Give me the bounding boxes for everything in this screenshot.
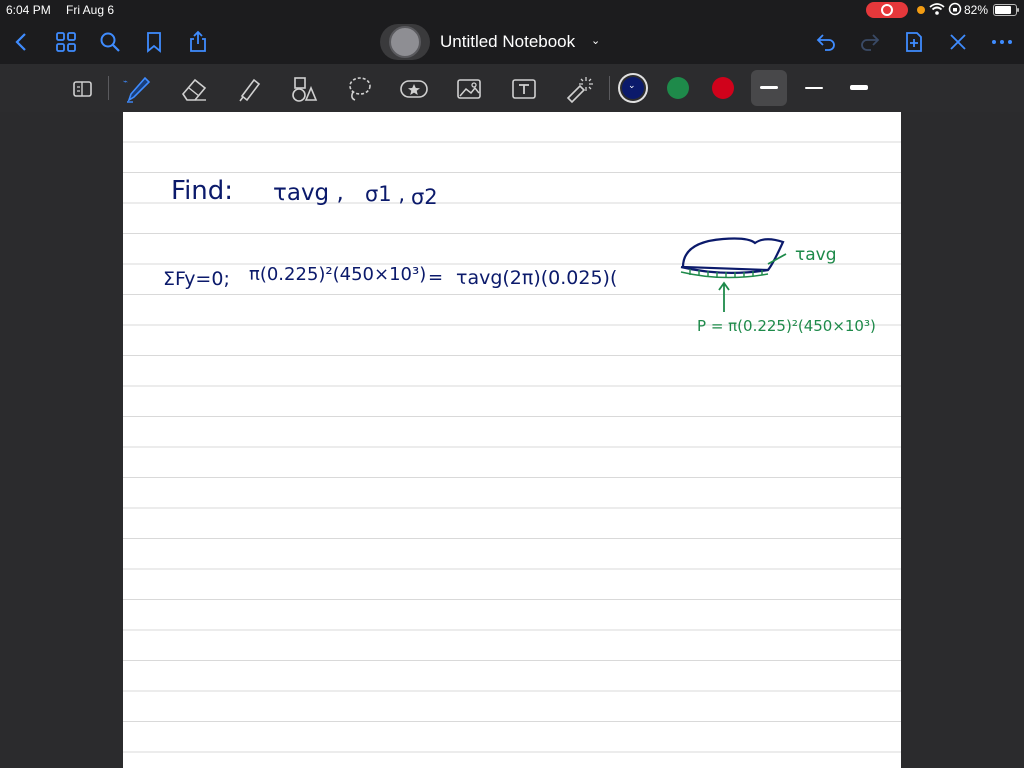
image-icon[interactable] [454, 74, 484, 104]
svg-text:⌁: ⌁ [123, 77, 128, 86]
wifi-icon [929, 2, 945, 19]
eraser-icon[interactable] [179, 74, 209, 104]
page-layout-icon[interactable] [68, 74, 98, 104]
pen-icon[interactable]: ⌁ [123, 74, 153, 104]
back-chevron-icon[interactable] [10, 30, 34, 54]
redo-icon[interactable] [858, 30, 882, 54]
screen-recording-indicator[interactable] [866, 2, 908, 18]
orientation-lock-icon [948, 2, 962, 19]
close-icon[interactable] [946, 30, 970, 54]
disk-diagram [680, 237, 787, 312]
text-icon[interactable] [509, 74, 539, 104]
stroke-width-thick-button[interactable] [841, 70, 877, 106]
status-time: 6:04 PM [6, 3, 51, 17]
battery-fill [995, 6, 1012, 14]
stroke-width-thin-button[interactable] [751, 70, 787, 106]
chevron-down-icon: ⌄ [628, 80, 636, 90]
stroke-width-extra-thin-button[interactable] [796, 70, 832, 106]
color-swatch-green[interactable] [667, 77, 689, 99]
color-swatch-red[interactable] [712, 77, 734, 99]
toolbar-divider [609, 76, 610, 100]
more-options-icon[interactable] [990, 30, 1014, 54]
battery-icon [993, 4, 1019, 16]
color-swatch-navy[interactable]: ⌄ [622, 77, 644, 99]
battery-percentage: 82% [964, 3, 989, 17]
grid-view-icon[interactable] [54, 30, 78, 54]
toolbar-divider [108, 76, 109, 100]
shapes-icon[interactable] [289, 74, 319, 104]
notebook-title[interactable]: Untitled Notebook [440, 32, 575, 52]
force-p-equation: P = π(0.225)²(450×10³) [697, 317, 876, 335]
highlighter-icon[interactable] [234, 74, 264, 104]
orange-dot-indicator [917, 6, 925, 14]
nav-bar: Untitled Notebook ⌄ [0, 20, 1024, 64]
undo-icon[interactable] [814, 30, 838, 54]
notebook-page[interactable]: Find: τavg , σ1 , σ2 ΣFy=0; π(0.225)²(45… [123, 112, 901, 768]
lasso-icon[interactable] [344, 74, 374, 104]
drawing-toolbar: ⌁ ⌄ [0, 64, 1024, 112]
tau-avg-diagram-label: τavg [795, 245, 837, 265]
search-icon[interactable] [98, 30, 122, 54]
bookmark-icon[interactable] [142, 30, 166, 54]
sticker-icon[interactable] [399, 74, 429, 104]
app-switcher-bubble[interactable] [380, 24, 430, 60]
status-bar: 6:04 PM Fri Aug 6 82% [0, 0, 1024, 20]
status-date: Fri Aug 6 [66, 3, 115, 17]
share-icon[interactable] [186, 30, 210, 54]
laser-pointer-icon[interactable] [564, 74, 594, 104]
add-page-icon[interactable] [902, 30, 926, 54]
title-chevron-down-icon[interactable]: ⌄ [591, 34, 600, 47]
